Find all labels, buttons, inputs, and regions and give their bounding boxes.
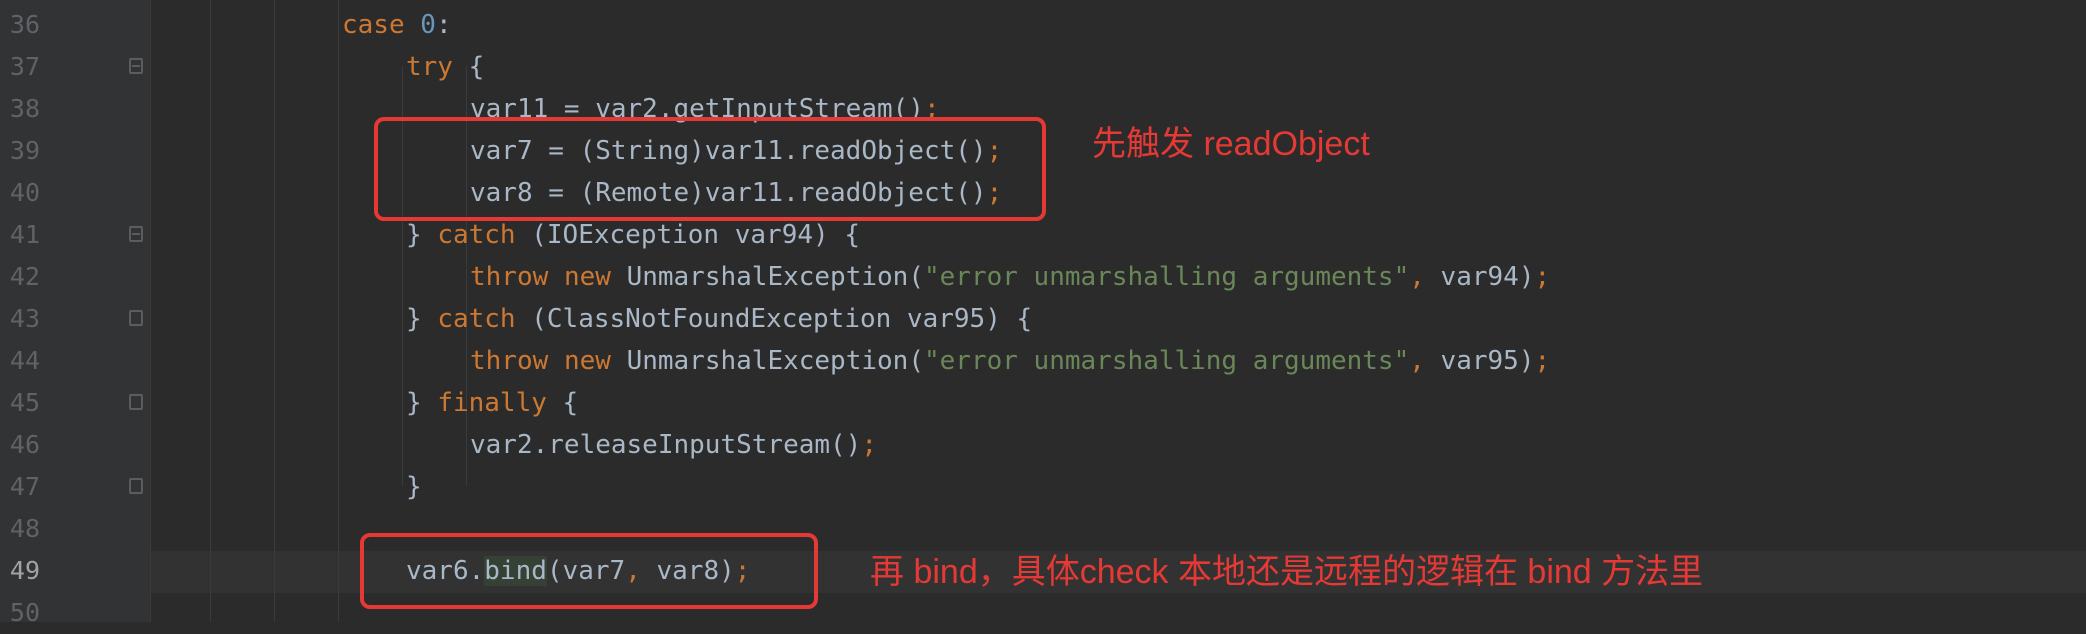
- indent-guide: [338, 0, 339, 622]
- indent-guide: [274, 0, 275, 622]
- line-number: 37: [9, 52, 40, 81]
- code-text: }: [406, 388, 438, 418]
- fold-marker-icon[interactable]: [129, 226, 143, 242]
- code-text: }: [406, 220, 438, 250]
- line-number: 42: [9, 262, 40, 291]
- highlight-box-bind: [360, 533, 818, 609]
- line-number: 46: [9, 430, 40, 459]
- code-text: (ClassNotFoundException var95) {: [515, 304, 1033, 334]
- line-number: 40: [9, 178, 40, 207]
- code-text: {: [452, 52, 485, 82]
- line-number: 43: [9, 304, 40, 333]
- comma: ,: [1409, 346, 1425, 376]
- semicolon: ;: [861, 430, 877, 460]
- code-line-42: throw new UnmarshalException("error unma…: [470, 256, 1550, 298]
- line-number: 38: [9, 94, 40, 123]
- code-line-45: } finally {: [406, 382, 578, 424]
- keyword: new: [563, 346, 611, 376]
- code-line-43: } catch (ClassNotFoundException var95) {: [406, 298, 1032, 340]
- line-number: 44: [9, 346, 40, 375]
- indent-guide: [210, 0, 211, 622]
- code-text: var94): [1424, 262, 1535, 292]
- keyword: new: [563, 262, 611, 292]
- annotation-bind: 再 bind，具体check 本地还是远程的逻辑在 bind 方法里: [870, 553, 1704, 591]
- code-line-47: }: [406, 466, 422, 508]
- annotation-readobject: 先触发 readObject: [1092, 125, 1370, 163]
- keyword: throw: [470, 346, 549, 376]
- code-text: {: [546, 388, 579, 418]
- highlight-box-readobject: [374, 117, 1046, 221]
- code-line-36: case 0:: [342, 4, 452, 46]
- line-number: 47: [9, 472, 40, 501]
- line-number: 39: [9, 136, 40, 165]
- keyword: throw: [470, 262, 549, 292]
- code-text: var2.releaseInputStream(): [470, 430, 862, 460]
- code-text: UnmarshalException(: [626, 262, 924, 292]
- code-line-37: try {: [406, 46, 484, 88]
- code-line-46: var2.releaseInputStream();: [470, 424, 877, 466]
- code-text: }: [406, 472, 422, 502]
- line-number: 36: [9, 10, 40, 39]
- keyword: catch: [437, 304, 516, 334]
- line-number: 48: [9, 514, 40, 543]
- keyword: case: [342, 10, 405, 40]
- line-number: 50: [9, 598, 40, 627]
- code-text: (IOException var94) {: [515, 220, 860, 250]
- line-number-current: 49: [9, 556, 40, 585]
- code-line-44: throw new UnmarshalException("error unma…: [470, 340, 1550, 382]
- line-number: 41: [9, 220, 40, 249]
- line-number: 45: [9, 388, 40, 417]
- semicolon: ;: [1534, 346, 1551, 376]
- number-literal: 0: [420, 10, 436, 40]
- string-literal: "error unmarshalling arguments": [923, 262, 1410, 292]
- keyword: finally: [437, 388, 547, 418]
- keyword: catch: [437, 220, 516, 250]
- fold-end-icon[interactable]: [129, 478, 143, 494]
- string-literal: "error unmarshalling arguments": [923, 346, 1410, 376]
- fold-marker-icon[interactable]: [129, 58, 143, 74]
- code-text: var95): [1424, 346, 1535, 376]
- code-text: }: [406, 304, 438, 334]
- fold-end-icon[interactable]: [129, 310, 143, 326]
- keyword: try: [406, 52, 453, 82]
- comma: ,: [1409, 262, 1425, 292]
- code-text: UnmarshalException(: [626, 346, 924, 376]
- semicolon: ;: [1534, 262, 1551, 292]
- fold-end-icon[interactable]: [129, 394, 143, 410]
- code-text: :: [435, 10, 452, 40]
